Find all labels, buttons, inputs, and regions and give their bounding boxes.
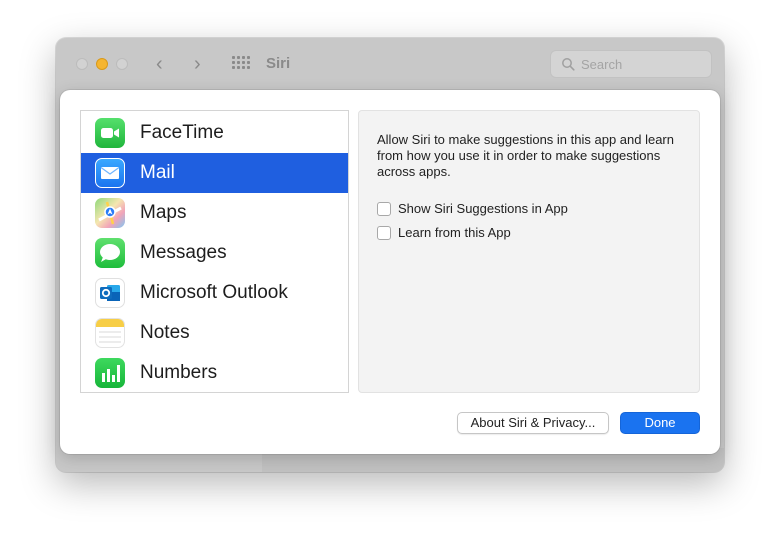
app-label: Messages [140, 242, 227, 263]
app-label: Microsoft Outlook [140, 282, 288, 303]
search-field[interactable] [550, 50, 712, 78]
messages-icon [95, 238, 125, 268]
app-row-numbers[interactable]: Numbers [81, 353, 348, 392]
show-suggestions-checkbox[interactable] [377, 201, 391, 216]
learn-from-app-checkbox[interactable] [377, 225, 391, 240]
suggestions-description: Allow Siri to make suggestions in this a… [377, 132, 674, 179]
outlook-icon [95, 278, 125, 308]
facetime-icon [95, 118, 125, 148]
app-row-maps[interactable]: Maps [81, 193, 348, 233]
app-label: Maps [140, 202, 187, 223]
done-button[interactable]: Done [620, 412, 700, 434]
show-suggestions-label: Show Siri Suggestions in App [398, 201, 568, 216]
titlebar: ‹ › Siri [56, 38, 724, 90]
suggestions-detail-panel: Allow Siri to make suggestions in this a… [358, 110, 700, 393]
app-list[interactable]: FaceTime Mail Maps Messages Microsoft Ou [80, 110, 349, 393]
back-chevron-icon[interactable]: ‹ [156, 52, 163, 76]
app-row-messages[interactable]: Messages [81, 233, 348, 273]
search-input[interactable] [581, 55, 701, 73]
app-row-microsoft-outlook[interactable]: Microsoft Outlook [81, 273, 348, 313]
notes-icon [95, 318, 125, 348]
show-all-grid-icon[interactable] [232, 56, 252, 72]
app-label: Notes [140, 322, 190, 343]
numbers-icon [95, 358, 125, 388]
siri-suggestions-sheet: FaceTime Mail Maps Messages Microsoft Ou [60, 90, 720, 454]
app-label: FaceTime [140, 122, 224, 143]
app-label: Mail [140, 162, 175, 183]
forward-chevron-icon[interactable]: › [194, 52, 201, 76]
app-row-mail[interactable]: Mail [81, 153, 348, 193]
app-row-notes[interactable]: Notes [81, 313, 348, 353]
learn-from-app-option[interactable]: Learn from this App [377, 225, 511, 240]
window-title: Siri [266, 55, 291, 72]
app-label: Numbers [140, 362, 218, 383]
close-window-button[interactable] [76, 58, 88, 70]
zoom-window-button[interactable] [116, 58, 128, 70]
mail-icon [95, 158, 125, 188]
app-row-facetime[interactable]: FaceTime [81, 113, 348, 153]
maps-icon [95, 198, 125, 228]
show-suggestions-option[interactable]: Show Siri Suggestions in App [377, 201, 568, 216]
search-icon [562, 58, 575, 71]
learn-from-app-label: Learn from this App [398, 225, 511, 240]
minimize-window-button[interactable] [96, 58, 108, 70]
about-siri-privacy-button[interactable]: About Siri & Privacy... [457, 412, 609, 434]
